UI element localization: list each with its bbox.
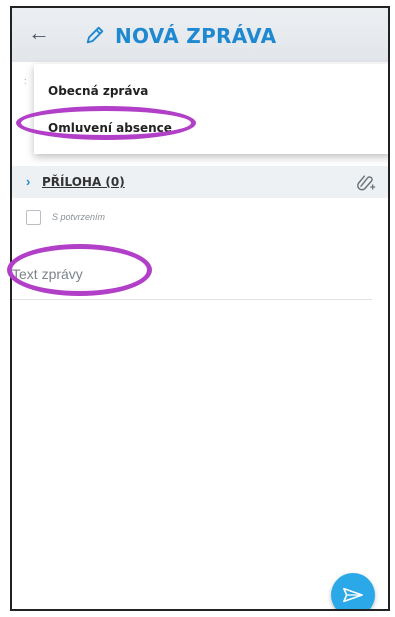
- message-placeholder: Text zprávy: [12, 266, 83, 282]
- pencil-icon: [86, 26, 104, 44]
- app-screen: ← NOVÁ ZPRÁVA : Obecná zpráva Omluvení a…: [10, 6, 390, 611]
- background-field-hint: :: [24, 76, 27, 86]
- confirmation-label: S potvrzením: [52, 212, 106, 222]
- back-button[interactable]: ←: [26, 20, 52, 46]
- message-text-input[interactable]: Text zprávy: [12, 264, 372, 300]
- send-button[interactable]: [331, 573, 375, 609]
- arrow-left-icon: ←: [28, 20, 50, 45]
- page-title: NOVÁ ZPRÁVA: [115, 24, 277, 48]
- paperclip-plus-icon[interactable]: [356, 172, 376, 192]
- chevron-right-icon: ›: [26, 174, 31, 189]
- attachments-label[interactable]: PŘÍLOHA (0): [42, 175, 125, 189]
- menu-item-absence-excuse[interactable]: Omluvení absence: [48, 121, 172, 135]
- menu-item-general-message[interactable]: Obecná zpráva: [48, 84, 148, 98]
- attachments-row[interactable]: › PŘÍLOHA (0): [12, 166, 388, 198]
- message-type-dropdown: Obecná zpráva Omluvení absence: [34, 64, 388, 154]
- confirmation-checkbox[interactable]: [26, 210, 41, 225]
- app-bar: ← NOVÁ ZPRÁVA: [12, 6, 388, 62]
- send-paper-plane-icon: [343, 587, 363, 603]
